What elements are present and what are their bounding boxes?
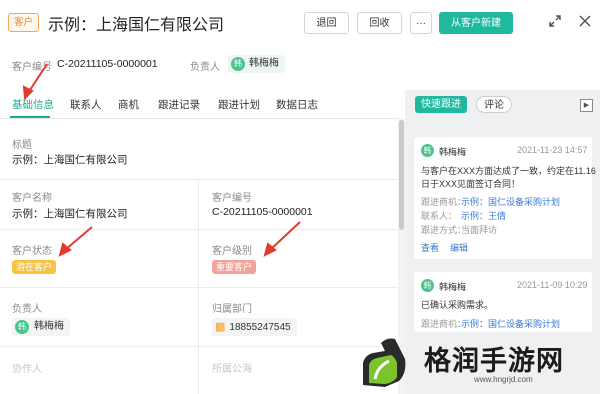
avatar: 韩	[421, 144, 434, 157]
recycle-button[interactable]: 回收	[357, 12, 402, 34]
card-text-line: 日于XXX见面签订合同！	[421, 179, 521, 189]
avatar: 韩	[421, 279, 434, 292]
return-button[interactable]: 退回	[304, 12, 349, 34]
customer-type-tag: 客户	[8, 13, 40, 32]
tab-basic-info[interactable]: 基础信息	[12, 97, 54, 112]
more-button[interactable]: ···	[410, 12, 432, 34]
owner-label: 负责人	[190, 62, 220, 73]
tab-data-log[interactable]: 数据日志	[276, 97, 318, 112]
card-opportunity-label: 跟进商机：	[421, 197, 467, 207]
org-icon: ▩	[215, 321, 226, 333]
active-tab-indicator	[10, 116, 50, 118]
field-code-value: C-20211105-0000001	[212, 206, 313, 218]
card-contact-link[interactable]: 示例：王倩	[461, 209, 506, 222]
field-name-value: 示例：上海国仁有限公司	[12, 208, 128, 220]
card-contact-label: 联系人：	[421, 211, 458, 221]
arrow-head	[263, 242, 277, 257]
divider	[0, 229, 398, 230]
field-collaborator-label: 协作人	[12, 364, 42, 375]
tab-followup-records[interactable]: 跟进记录	[158, 97, 200, 112]
divider	[0, 179, 398, 180]
collapse-panel-icon[interactable]: ▶	[580, 99, 593, 112]
card-opportunity-link[interactable]: 示例：国仁设备采购计划	[461, 317, 560, 330]
field-title-value: 示例：上海国仁有限公司	[12, 154, 128, 166]
divider	[198, 180, 199, 394]
level-badge: 重要客户	[212, 260, 257, 274]
customer-no-value: C-20211105-0000001	[57, 58, 158, 70]
field-level-label: 客户级别	[212, 246, 252, 257]
status-badge: 潜在客户	[12, 260, 57, 274]
card-opportunity-label: 跟进商机：	[421, 319, 467, 329]
card-method-value: 当面拜访	[461, 225, 498, 235]
close-icon[interactable]	[577, 14, 593, 30]
card-edit-link[interactable]: 编辑	[450, 241, 468, 254]
customer-no-label: 客户编号	[12, 62, 52, 73]
card-opportunity-link[interactable]: 示例：国仁设备采购计划	[461, 195, 560, 208]
field-code-label: 客户编号	[212, 193, 252, 204]
tab-contacts[interactable]: 联系人	[70, 97, 102, 112]
page-title: 示例：上海国仁有限公司	[48, 17, 225, 34]
card-time: 2021-11-23 14:57	[517, 145, 588, 155]
field-pool-label: 所属公海	[212, 364, 252, 375]
watermark-text: 格润手游网	[424, 346, 564, 376]
arrow-to-level	[269, 221, 301, 251]
scrollbar[interactable]	[399, 120, 404, 230]
card-view-link[interactable]: 查看	[421, 241, 439, 254]
card-text-line: 与客户在XXX方面达成了一致，约定在11.16	[421, 166, 596, 176]
divider	[0, 346, 398, 347]
avatar: 韩	[15, 320, 29, 334]
card-author: 韩梅梅	[439, 147, 467, 157]
field-dept-pill[interactable]: ▩ 18855247545	[212, 318, 297, 336]
expand-icon[interactable]	[547, 14, 563, 30]
avatar: 韩	[231, 57, 245, 71]
watermark-logo-icon	[363, 338, 406, 387]
field-status-label: 客户状态	[12, 246, 52, 257]
field-dept-value: 18855247545	[229, 322, 291, 333]
new-from-customer-button[interactable]: 从客户新建	[439, 12, 513, 34]
quick-followup-button[interactable]: 快速跟进	[415, 96, 467, 113]
field-dept-label: 归属部门	[212, 304, 252, 315]
tab-opportunities[interactable]: 商机	[118, 97, 139, 112]
card-text-line: 已确认采购需求。	[421, 300, 494, 310]
owner-pill[interactable]: 韩韩梅梅	[228, 55, 285, 73]
tab-followup-plans[interactable]: 跟进计划	[218, 97, 260, 112]
field-owner-value: 韩梅梅	[34, 321, 64, 332]
comment-button[interactable]: 评论	[476, 96, 512, 113]
field-title-label: 标题	[12, 140, 32, 151]
arrow-head	[58, 242, 72, 257]
arrow-to-status	[64, 226, 93, 251]
card-method-label: 跟进方式：	[421, 225, 467, 235]
field-name-label: 客户名称	[12, 193, 52, 204]
watermark-url: www.hngrjd.com	[474, 375, 533, 384]
owner-name: 韩梅梅	[249, 58, 279, 69]
field-owner-pill[interactable]: 韩韩梅梅	[12, 318, 70, 336]
card-time: 2021-11-09 10:29	[517, 280, 588, 290]
divider	[0, 287, 398, 288]
field-owner-label: 负责人	[12, 304, 42, 315]
card-author: 韩梅梅	[439, 282, 467, 292]
